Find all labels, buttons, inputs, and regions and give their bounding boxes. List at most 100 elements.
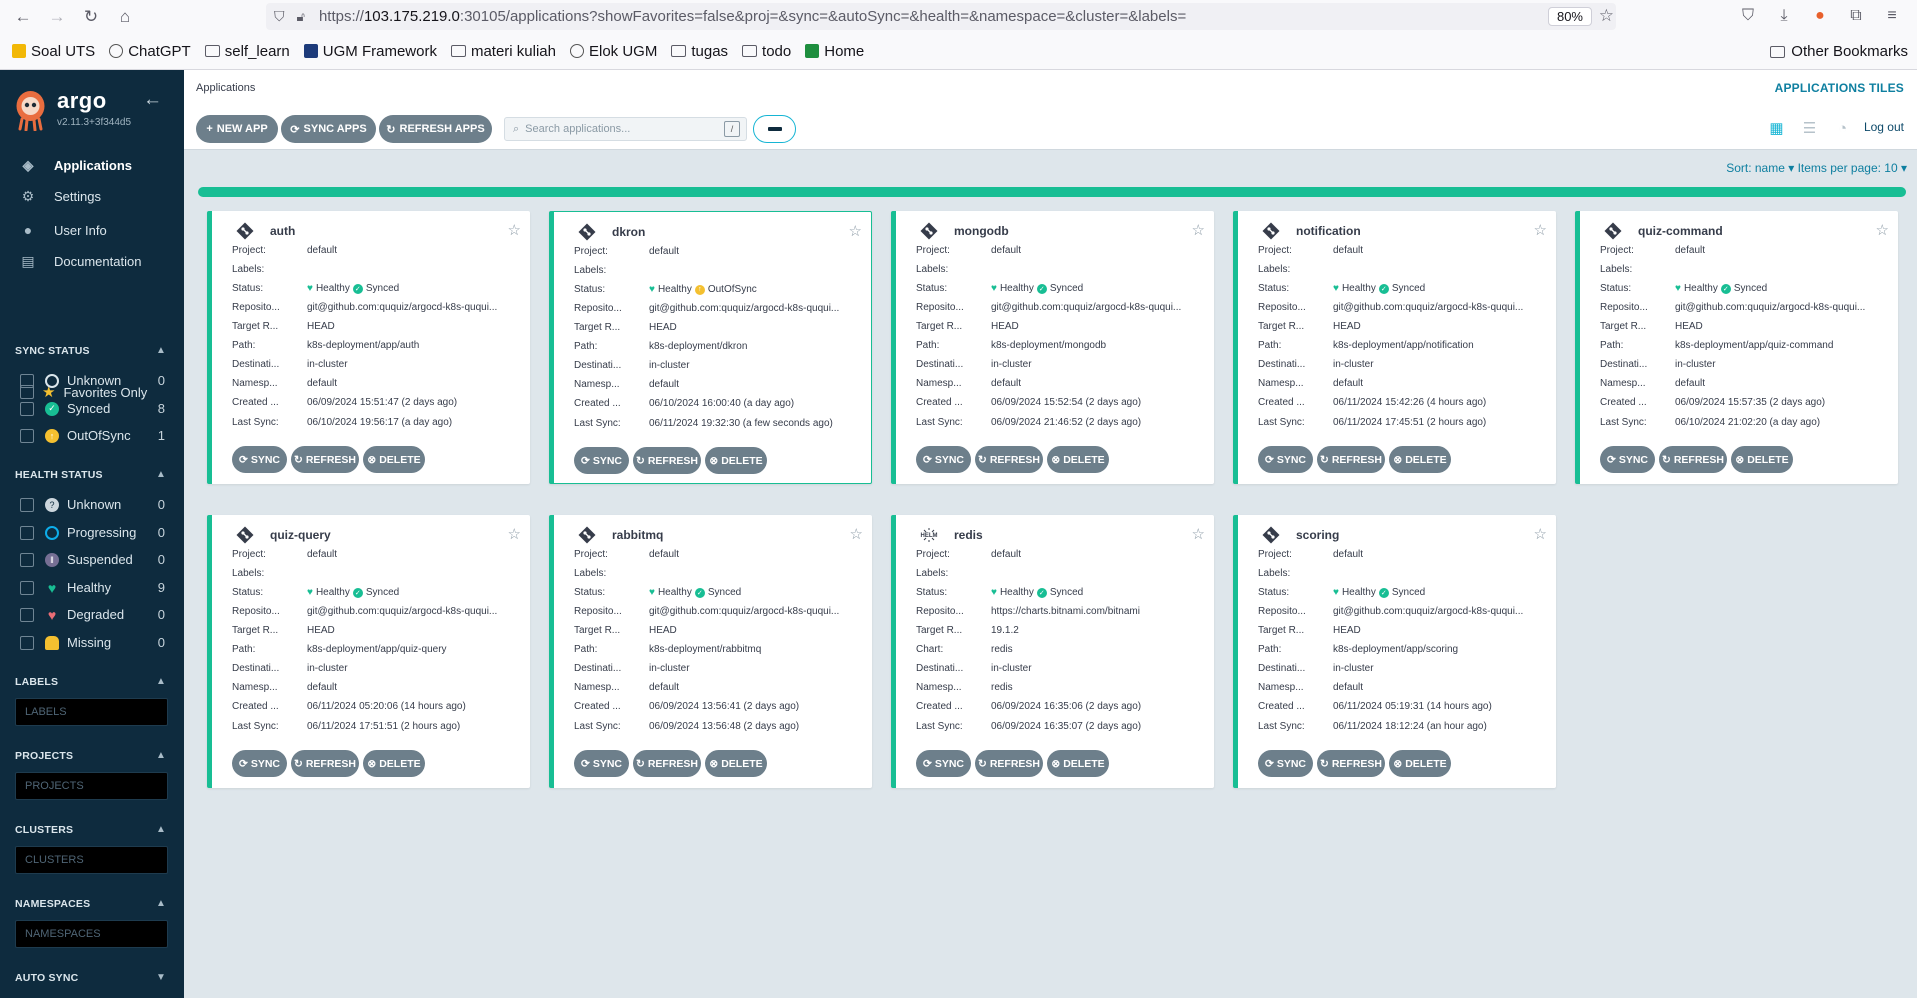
app-name[interactable]: rabbitmq <box>612 528 663 542</box>
account-icon[interactable]: ● <box>1809 5 1831 27</box>
checkbox[interactable] <box>20 635 34 650</box>
refresh-button[interactable]: ↻ REFRESH <box>291 446 359 473</box>
sync-button[interactable]: ⟳ SYNC <box>574 447 629 474</box>
caret-down-icon[interactable]: ▼ <box>156 972 166 983</box>
refresh-button[interactable]: ↻ REFRESH <box>975 750 1043 777</box>
delete-button[interactable]: ⊗ DELETE <box>363 446 425 473</box>
filter-health-healthy[interactable]: ♥ Healthy 9 <box>20 580 165 596</box>
sync-button[interactable]: ⟳ SYNC <box>574 750 629 777</box>
delete-button[interactable]: ⊗ DELETE <box>705 447 767 474</box>
sync-apps-button[interactable]: ⟳ SYNC APPS <box>281 115 376 143</box>
favorite-star-icon[interactable]: ☆ <box>1534 221 1547 239</box>
sync-button[interactable]: ⟳ SYNC <box>916 750 971 777</box>
list-view-icon[interactable]: ☰ <box>1800 119 1819 137</box>
refresh-button[interactable]: ↻ REFRESH <box>1317 446 1385 473</box>
sync-button[interactable]: ⟳ SYNC <box>1258 446 1313 473</box>
breadcrumb[interactable]: Applications <box>196 82 255 94</box>
delete-button[interactable]: ⊗ DELETE <box>363 750 425 777</box>
refresh-button[interactable]: ↻ REFRESH <box>291 750 359 777</box>
sort-controls[interactable]: Sort: name ▾ Items per page: 10 ▾ <box>1726 161 1907 175</box>
bookmark-item[interactable]: materi kuliah <box>450 43 556 60</box>
sync-button[interactable]: ⟳ SYNC <box>1600 446 1655 473</box>
caret-up-icon[interactable]: ▲ <box>156 469 166 480</box>
caret-up-icon[interactable]: ▲ <box>156 345 166 356</box>
checkbox[interactable] <box>20 373 34 388</box>
bookmark-item[interactable]: todo <box>742 43 791 60</box>
home-icon[interactable]: ⌂ <box>114 6 136 28</box>
clusters-filter-input[interactable]: CLUSTERS <box>15 846 168 874</box>
refresh-button[interactable]: ↻ REFRESH <box>633 750 701 777</box>
delete-button[interactable]: ⊗ DELETE <box>1389 750 1451 777</box>
delete-button[interactable]: ⊗ DELETE <box>1047 750 1109 777</box>
refresh-button[interactable]: ↻ REFRESH <box>1317 750 1385 777</box>
bookmark-item[interactable]: UGM Framework <box>303 43 437 60</box>
filter-sync-unknown[interactable]: Unknown 0 <box>20 373 165 388</box>
download-icon[interactable]: ⤓ <box>1773 5 1795 27</box>
app-name[interactable]: notification <box>1296 224 1361 238</box>
favorite-star-icon[interactable]: ☆ <box>1192 221 1205 239</box>
app-card-redis[interactable]: HELM redis ☆ Project: default Labels: Status: ♥… <box>891 515 1214 788</box>
caret-up-icon[interactable]: ▲ <box>156 824 166 835</box>
url-bar[interactable]: ⛉ 🔓︎ https://103.175.219.0:30105/applica… <box>266 3 1616 30</box>
app-card-notification[interactable]: notification ☆ Project: default Labels: Statu… <box>1233 211 1556 484</box>
refresh-button[interactable]: ↻ REFRESH <box>975 446 1043 473</box>
delete-button[interactable]: ⊗ DELETE <box>1389 446 1451 473</box>
caret-up-icon[interactable]: ▲ <box>156 750 166 761</box>
checkbox[interactable] <box>20 607 34 622</box>
filter-health-missing[interactable]: Missing 0 <box>20 635 165 650</box>
nav-applications[interactable]: ◈ Applications <box>20 157 132 173</box>
collapse-filter-button[interactable] <box>753 115 796 143</box>
app-name[interactable]: mongodb <box>954 224 1009 238</box>
filter-health-unknown[interactable]: ? Unknown 0 <box>20 497 165 512</box>
namespaces-filter-input[interactable]: NAMESPACES <box>15 920 168 948</box>
delete-button[interactable]: ⊗ DELETE <box>1731 446 1793 473</box>
nav-settings[interactable]: ⚙ Settings <box>20 188 101 204</box>
app-name[interactable]: auth <box>270 224 295 238</box>
delete-button[interactable]: ⊗ DELETE <box>705 750 767 777</box>
refresh-apps-button[interactable]: ↻ REFRESH APPS <box>379 115 492 143</box>
delete-button[interactable]: ⊗ DELETE <box>1047 446 1109 473</box>
app-card-mongodb[interactable]: mongodb ☆ Project: default Labels: Status: ♥ He… <box>891 211 1214 484</box>
checkbox[interactable] <box>20 497 34 512</box>
bookmark-star-icon[interactable]: ☆ <box>1599 6 1614 26</box>
nav-documentation[interactable]: ▤ Documentation <box>20 253 141 269</box>
app-card-quiz-command[interactable]: quiz-command ☆ Project: default Labels: Statu… <box>1575 211 1898 484</box>
back-icon[interactable]: ← <box>12 6 34 28</box>
collapse-sidebar-icon[interactable]: ← <box>143 89 162 111</box>
sync-button[interactable]: ⟳ SYNC <box>916 446 971 473</box>
search-input[interactable]: ⌕ Search applications... / <box>504 117 747 141</box>
sync-button[interactable]: ⟳ SYNC <box>232 446 287 473</box>
extensions-icon[interactable]: ⧉ <box>1845 5 1867 27</box>
sync-button[interactable]: ⟳ SYNC <box>1258 750 1313 777</box>
favorite-star-icon[interactable]: ☆ <box>850 525 863 543</box>
favorite-star-icon[interactable]: ☆ <box>1876 221 1889 239</box>
favorite-star-icon[interactable]: ☆ <box>1534 525 1547 543</box>
refresh-button[interactable]: ↻ REFRESH <box>1659 446 1727 473</box>
app-name[interactable]: quiz-command <box>1638 224 1723 238</box>
favorite-star-icon[interactable]: ☆ <box>508 221 521 239</box>
checkbox[interactable] <box>20 401 34 416</box>
caret-up-icon[interactable]: ▲ <box>156 676 166 687</box>
bookmark-item[interactable]: Soal UTS <box>12 43 95 60</box>
forward-icon[interactable]: → <box>46 6 68 28</box>
projects-filter-input[interactable]: PROJECTS <box>15 772 168 800</box>
checkbox[interactable] <box>20 552 34 567</box>
filter-sync-outofsync[interactable]: ↑ OutOfSync 1 <box>20 428 165 443</box>
bookmark-item[interactable]: Elok UGM <box>570 43 657 60</box>
bookmark-item[interactable]: ChatGPT <box>109 43 191 60</box>
app-card-auth[interactable]: auth ☆ Project: default Labels: Status: ♥ Healt… <box>207 211 530 484</box>
app-card-dkron[interactable]: dkron ☆ Project: default Labels: Status: ♥ Heal… <box>549 211 872 484</box>
bookmark-item[interactable]: self_learn <box>204 43 290 60</box>
labels-filter-input[interactable]: LABELS <box>15 698 168 726</box>
checkbox[interactable] <box>20 525 34 540</box>
nav-user-info[interactable]: ● User Info <box>20 222 107 238</box>
menu-icon[interactable]: ≡ <box>1881 5 1903 27</box>
favorite-star-icon[interactable]: ☆ <box>849 222 862 240</box>
caret-up-icon[interactable]: ▲ <box>156 898 166 909</box>
app-card-rabbitmq[interactable]: rabbitmq ☆ Project: default Labels: Status: ♥ H… <box>549 515 872 788</box>
app-name[interactable]: dkron <box>612 225 645 239</box>
new-app-button[interactable]: + NEW APP <box>196 115 278 143</box>
bookmark-item[interactable]: tugas <box>671 43 728 60</box>
checkbox[interactable] <box>20 428 34 443</box>
app-card-scoring[interactable]: scoring ☆ Project: default Labels: Status: ♥ He… <box>1233 515 1556 788</box>
